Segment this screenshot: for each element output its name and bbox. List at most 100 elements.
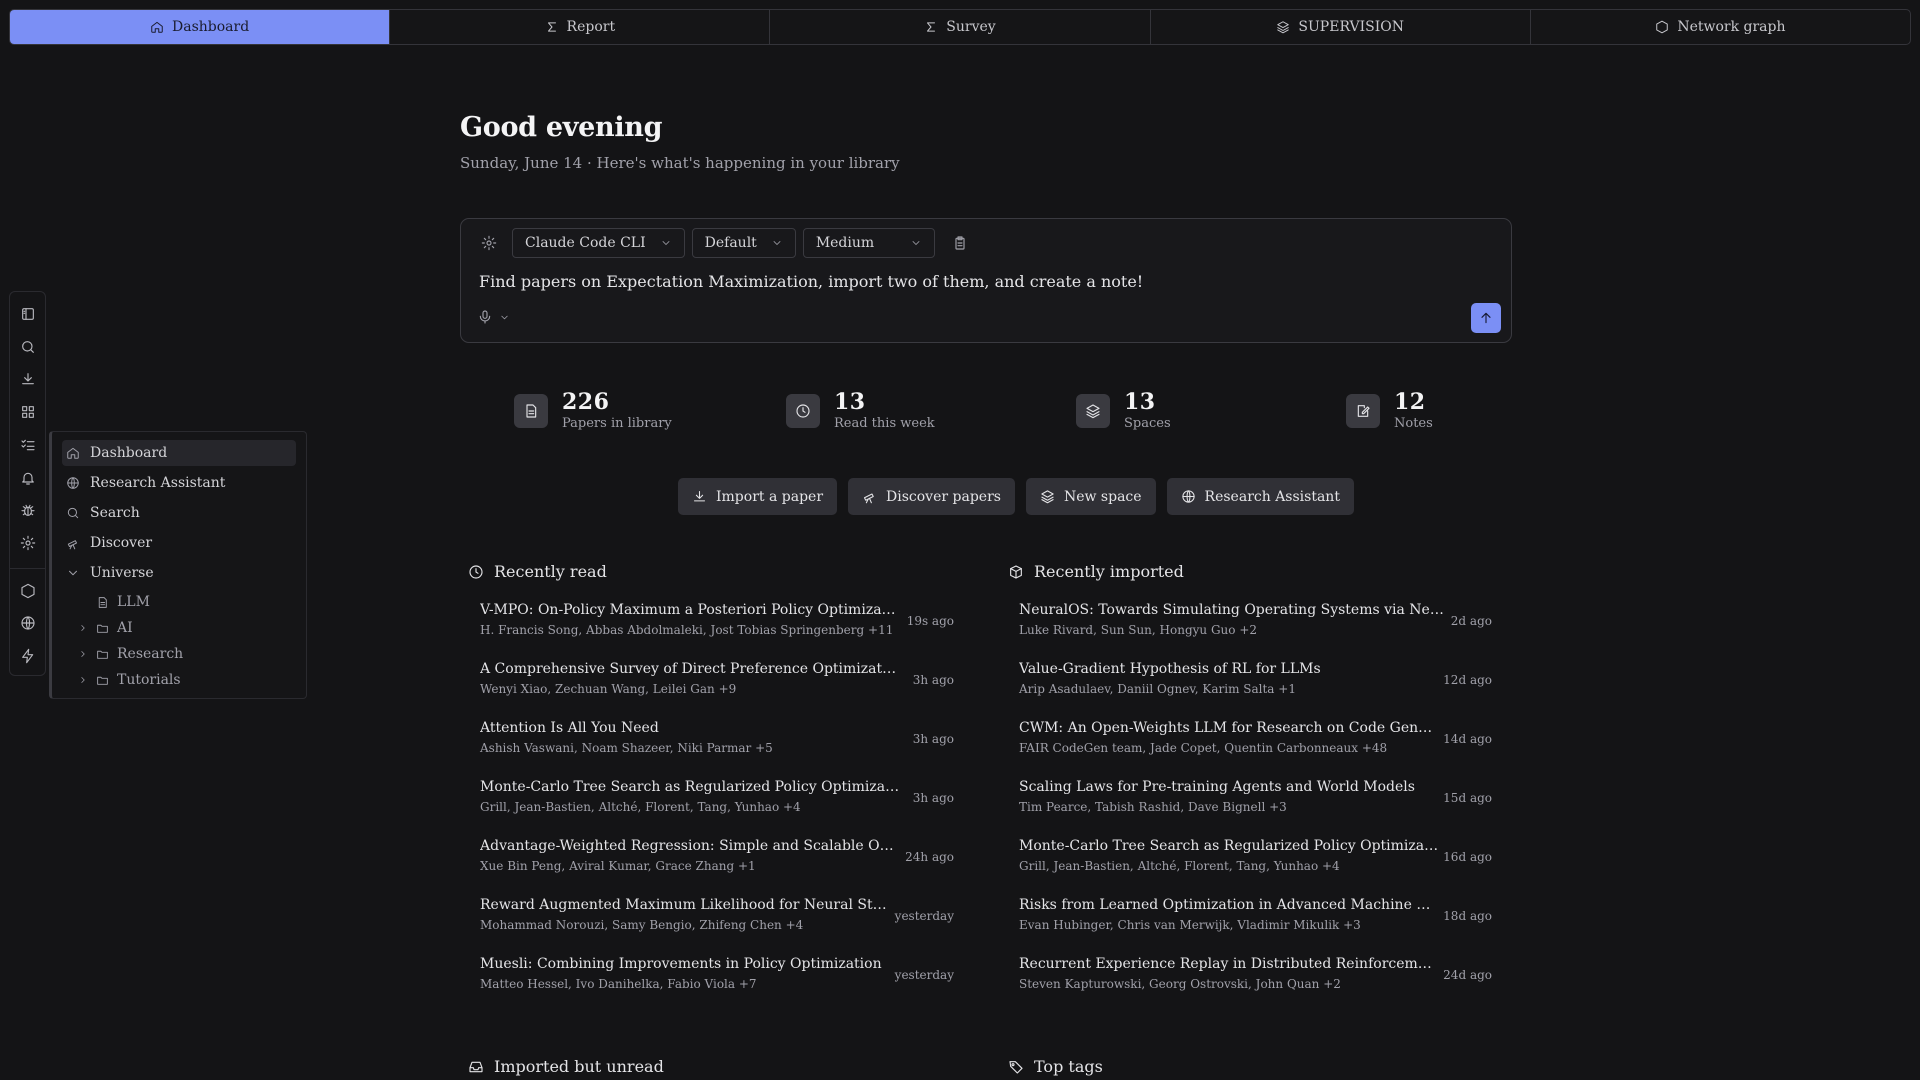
list-item[interactable]: Monte-Carlo Tree Search as Regularized P… — [480, 779, 954, 838]
mode-select[interactable]: Default — [691, 228, 796, 258]
hexagon-icon — [20, 583, 35, 598]
list-item[interactable]: A Comprehensive Survey of Direct Prefere… — [480, 661, 954, 720]
stat-papers: 226 Papers in library — [514, 390, 672, 431]
stat-value: 13 — [834, 389, 866, 415]
gear-icon — [481, 235, 497, 251]
list-item[interactable]: Scaling Laws for Pre-training Agents and… — [1019, 779, 1492, 838]
stat-icon-box — [1076, 393, 1110, 428]
list-item[interactable]: Advantage-Weighted Regression: Simple an… — [480, 838, 954, 897]
sidebar-item-label: Research Assistant — [90, 475, 226, 491]
sidebar-item-label: Discover — [90, 535, 153, 551]
tree-item-tutorials[interactable]: Tutorials — [62, 668, 296, 692]
stat-label: Notes — [1394, 416, 1433, 431]
telescope-icon — [67, 540, 77, 550]
list-item[interactable]: V-MPO: On-Policy Maximum a Posteriori Po… — [480, 602, 954, 661]
button-label: New space — [1063, 488, 1142, 505]
paper-title: NeuralOS: Towards Simulating Operating S… — [1019, 602, 1444, 618]
section-title: Top tags — [1034, 1057, 1103, 1076]
document-icon — [98, 596, 107, 608]
list-item[interactable]: Reward Augmented Maximum Likelihood for … — [480, 897, 954, 956]
paper-authors: Grill, Jean-Bastien, Altché, Florent, Ta… — [1019, 859, 1340, 873]
notifications-button[interactable] — [14, 464, 42, 492]
paper-authors: Evan Hubinger, Chris van Merwijk, Vladim… — [1019, 918, 1361, 932]
list-item[interactable]: Recurrent Experience Replay in Distribut… — [1019, 956, 1492, 1015]
paper-time: 14d ago — [1443, 732, 1492, 746]
chevron-right-icon — [81, 651, 85, 657]
apps-button[interactable] — [14, 398, 42, 426]
discover-papers-button[interactable]: Discover papers — [848, 478, 1015, 515]
new-space-button[interactable]: New space — [1025, 478, 1156, 515]
import-button[interactable] — [14, 365, 42, 393]
debug-button[interactable] — [14, 496, 42, 524]
list-item[interactable]: Monte-Carlo Tree Search as Regularized P… — [1019, 838, 1492, 897]
paper-authors: Tim Pearce, Tabish Rashid, Dave Bignell … — [1019, 800, 1287, 814]
stat-icon-box — [514, 393, 548, 428]
research-assistant-button[interactable]: Research Assistant — [1166, 478, 1354, 515]
actions-button[interactable] — [14, 642, 42, 670]
import-paper-button[interactable]: Import a paper — [678, 478, 838, 515]
tree-item-label: Research — [117, 646, 184, 662]
tab-report[interactable]: Report — [390, 10, 771, 44]
prompt-input[interactable]: Find papers on Expectation Maximization,… — [479, 272, 1143, 291]
sidebar-item-discover[interactable]: Discover — [62, 530, 296, 556]
tree-item-llm[interactable]: LLM — [62, 590, 296, 614]
page-subtitle: Sunday, June 14 · Here's what's happenin… — [460, 154, 900, 172]
composer-settings-button[interactable] — [477, 231, 501, 255]
tab-label: SUPERVISION — [1298, 19, 1404, 35]
tab-dashboard[interactable]: Dashboard — [10, 10, 391, 44]
tree-item-label: Tutorials — [117, 672, 181, 688]
assistant-button[interactable] — [14, 610, 42, 638]
tree-item-ai[interactable]: AI — [62, 616, 296, 640]
tab-label: Report — [566, 19, 616, 35]
sidebar-item-research-assistant[interactable]: Research Assistant — [62, 470, 296, 496]
sidebar-nav: Dashboard Research Assistant Search Disc… — [49, 431, 307, 699]
send-button[interactable] — [1471, 303, 1501, 333]
sidebar-item-label: Search — [90, 505, 140, 521]
library-stats: 226 Papers in library 13 Read this week 13… — [514, 390, 1474, 440]
agent-select-value: Claude Code CLI — [525, 235, 646, 251]
sidebar-item-dashboard[interactable]: Dashboard — [62, 440, 296, 466]
list-item[interactable]: Risks from Learned Optimization in Advan… — [1019, 897, 1492, 956]
paper-authors: Luke Rivard, Sun Sun, Hongyu Guo +2 — [1019, 623, 1258, 637]
graph-button[interactable] — [14, 577, 42, 605]
note-edit-icon — [1357, 404, 1370, 417]
sidebar-item-search[interactable]: Search — [62, 500, 296, 526]
chevron-right-icon — [81, 677, 85, 683]
effort-select[interactable]: Medium — [802, 228, 936, 258]
list-item[interactable]: CWM: An Open-Weights LLM for Research on… — [1019, 720, 1492, 779]
paper-time: 15d ago — [1443, 791, 1492, 805]
toggle-panel-button[interactable] — [14, 300, 42, 328]
inbox-icon — [469, 1061, 483, 1072]
agent-select[interactable]: Claude Code CLI — [512, 228, 685, 258]
paper-time: 3h ago — [912, 791, 954, 805]
voice-input-button[interactable] — [477, 309, 510, 325]
search-button[interactable] — [14, 333, 42, 361]
clipboard-button[interactable] — [948, 231, 972, 255]
section-header: Recently read — [468, 562, 954, 581]
settings-button[interactable] — [14, 529, 42, 557]
globe-icon — [1181, 490, 1195, 503]
home-icon — [151, 21, 163, 33]
tree-root-universe[interactable]: Universe — [62, 560, 296, 586]
tab-supervision[interactable]: SUPERVISION — [1151, 10, 1531, 44]
paper-time: 2d ago — [1450, 614, 1492, 628]
paper-time: 24h ago — [905, 850, 954, 864]
folder-icon — [97, 650, 108, 659]
clipboard-icon — [955, 236, 965, 250]
tasks-button[interactable] — [14, 431, 42, 459]
tree-item-research[interactable]: Research — [62, 642, 296, 666]
tab-label: Network graph — [1677, 19, 1786, 35]
paper-time: 3h ago — [912, 673, 954, 687]
top-tabs: Dashboard Report Survey SUPERVISION Netw… — [9, 9, 1911, 45]
sigma-icon — [927, 22, 936, 32]
list-item[interactable]: Muesli: Combining Improvements in Policy… — [480, 956, 954, 1015]
list-item[interactable]: Value-Gradient Hypothesis of RL for LLMs… — [1019, 661, 1492, 720]
tab-survey[interactable]: Survey — [770, 10, 1151, 44]
paper-time: 24d ago — [1443, 968, 1492, 982]
tab-network-graph[interactable]: Network graph — [1531, 10, 1910, 44]
tree-root-label: Universe — [90, 565, 154, 581]
list-item[interactable]: NeuralOS: Towards Simulating Operating S… — [1019, 602, 1492, 661]
document-icon — [526, 403, 537, 418]
layers-icon — [1041, 490, 1054, 504]
list-item[interactable]: Attention Is All You Need Ashish Vaswani,… — [480, 720, 954, 779]
